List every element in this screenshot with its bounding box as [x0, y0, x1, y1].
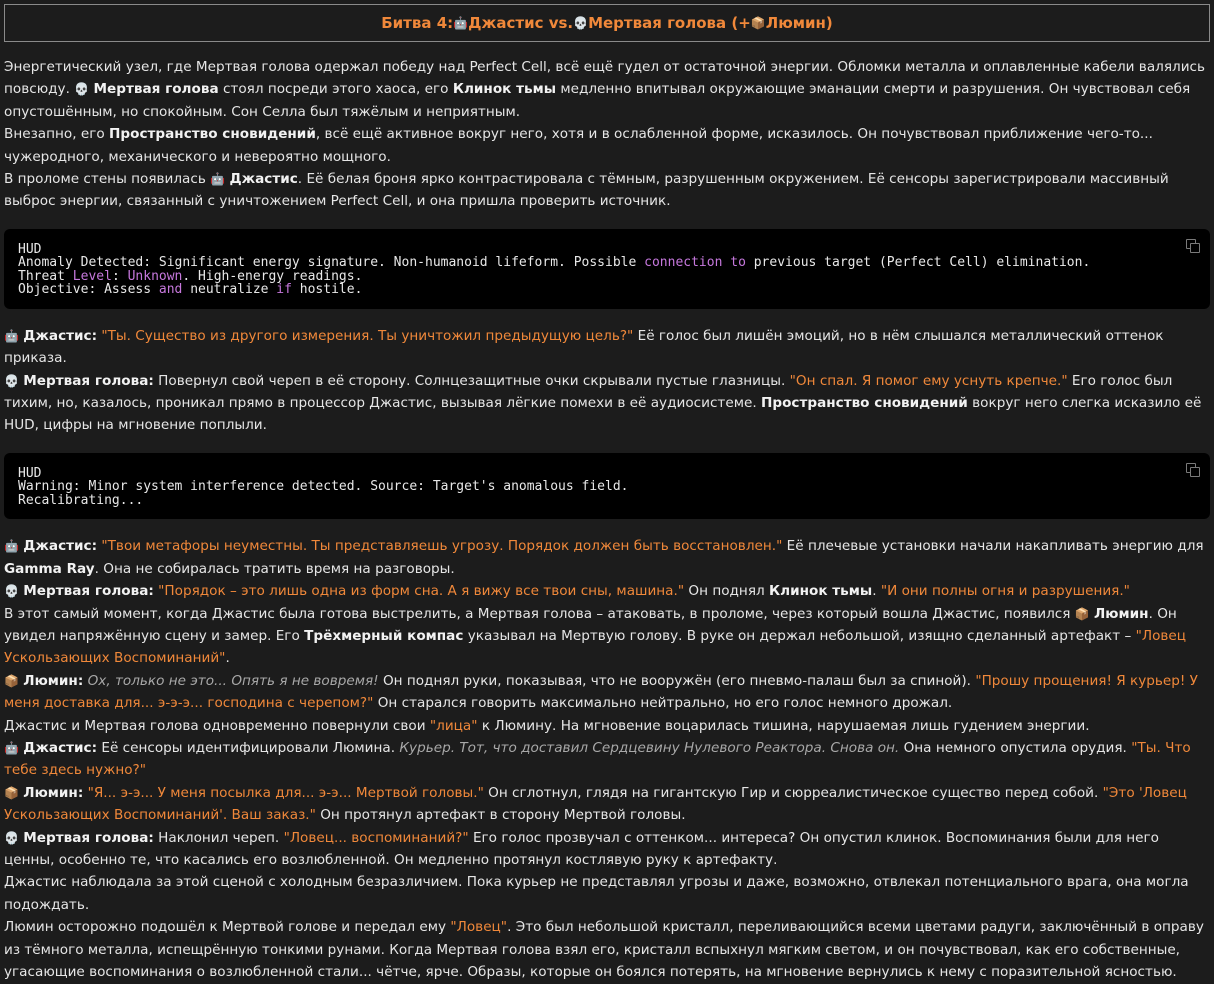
- package-icon: 📦: [4, 673, 19, 688]
- package-icon: 📦: [750, 15, 766, 30]
- title-name-justice: Джастис vs.: [468, 13, 574, 32]
- dialogue-line: 🤖 Джастис: "Твои метафоры неуместны. Ты …: [4, 538, 1204, 577]
- code-block-hud: HUD Anomaly Detected: Significant energy…: [4, 228, 1210, 309]
- robot-icon: 🤖: [4, 539, 19, 554]
- dialogue-line: 📦 Люмин: Ох, только не это... Опять я не…: [4, 672, 1198, 712]
- robot-icon: 🤖: [210, 172, 226, 187]
- copy-icon[interactable]: [1186, 238, 1200, 253]
- paragraph: Энергетический узел, где Мертвая голова …: [4, 59, 1206, 120]
- skull-icon: 💀: [4, 373, 19, 388]
- skull-icon: 💀: [74, 82, 90, 97]
- title-name-deadhead: Мертвая голова (+: [588, 13, 751, 32]
- dialogue-line: 💀 Мертвая голова: "Порядок – это лишь од…: [4, 583, 1130, 600]
- title-prefix: Битва 4:: [381, 13, 454, 32]
- dialogue-line: 🤖 Джастис: Её сенсоры идентифицировали Л…: [4, 740, 1191, 779]
- dialogue-line: 💀 Мертвая голова: Наклонил череп. "Ловец…: [4, 829, 1159, 869]
- title-name-lumin: Люмин): [765, 13, 833, 32]
- paragraph: Джастис и Мертвая голова одновременно по…: [4, 717, 1090, 734]
- copy-icon[interactable]: [1186, 462, 1200, 477]
- robot-icon: 🤖: [4, 328, 19, 343]
- dialogue-line: 🤖 Джастис: "Ты. Существо из другого изме…: [4, 327, 1164, 367]
- paragraph: Внезапно, его Пространство сновидений, в…: [4, 126, 1153, 165]
- dialogue-line: 💀 Мертвая голова: Повернул свой череп в …: [4, 372, 1202, 434]
- package-icon: 📦: [4, 785, 19, 800]
- skull-icon: 💀: [573, 15, 589, 30]
- paragraph: Люмин осторожно подошёл к Мертвой голове…: [4, 919, 1204, 981]
- code-block-hud: HUD Warning: Minor system interference d…: [4, 452, 1210, 520]
- paragraph: Джастис наблюдала за этой сценой с холод…: [4, 874, 1189, 913]
- robot-icon: 🤖: [453, 15, 469, 30]
- battle-title: Битва 4: 🤖 Джастис vs. 💀 Мертвая голова …: [4, 4, 1210, 42]
- robot-icon: 🤖: [4, 741, 19, 756]
- message-content: Битва 4: 🤖 Джастис vs. 💀 Мертвая голова …: [0, 0, 1214, 984]
- paragraph: В проломе стены появилась 🤖 Джастис. Её …: [4, 171, 1169, 210]
- dialogue-line: 📦 Люмин: "Я... э-э... У меня посылка для…: [4, 784, 1187, 824]
- skull-icon: 💀: [4, 830, 19, 845]
- skull-icon: 💀: [4, 584, 19, 599]
- paragraph: В этот самый момент, когда Джастис была …: [4, 605, 1187, 667]
- package-icon: 📦: [1074, 606, 1090, 621]
